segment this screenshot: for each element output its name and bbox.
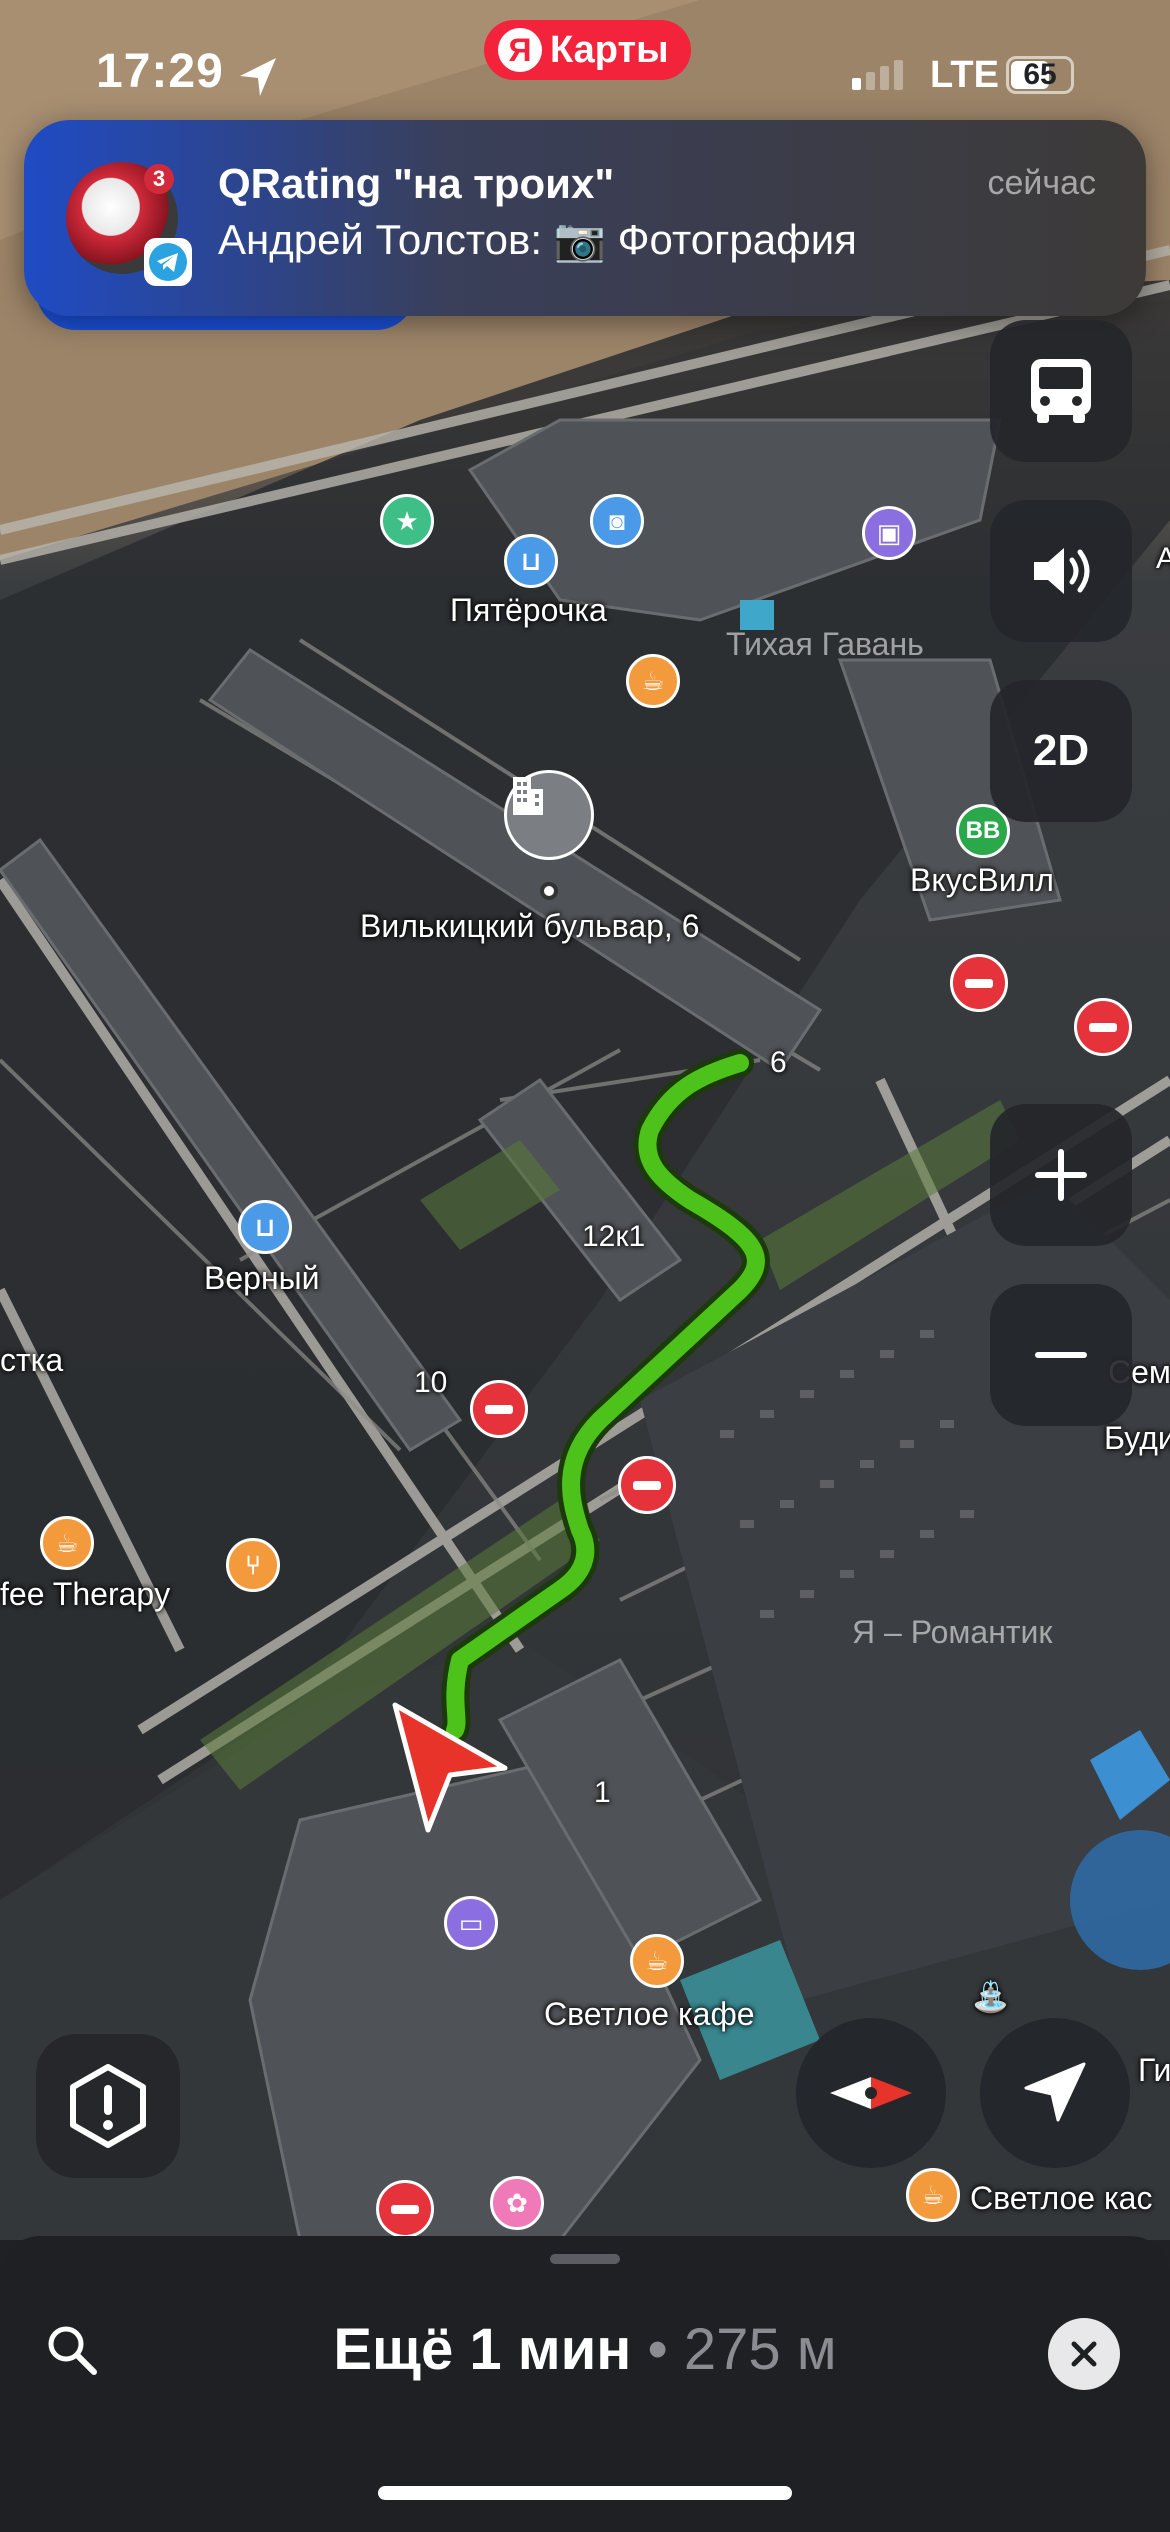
cellular-signal-icon [852, 60, 903, 90]
fountain-icon: ⛲ [972, 1981, 1010, 2014]
label-stka: стка [0, 1342, 64, 1378]
label-address[interactable]: Вилькицкий бульвар, 6 [360, 908, 699, 945]
location-arrow-icon [240, 58, 276, 96]
no-entry-sign-icon [618, 1456, 676, 1514]
status-time: 17:29 [96, 45, 224, 98]
label-house-6: 6 [770, 1046, 787, 1079]
battery-percent: 65 [1023, 58, 1057, 91]
notification-text: Андрей Толстов: 📷 Фотография [218, 216, 857, 263]
zoom-in-button[interactable] [990, 1104, 1132, 1246]
cafe-poi-icon[interactable]: ☕ [626, 654, 680, 708]
route-info-panel[interactable]: Ещё 1 мин • 275 м [0, 2236, 1170, 2532]
label-pyaterochka[interactable]: Пятёрочка [450, 592, 607, 629]
road-alert-button[interactable] [36, 2034, 180, 2178]
star-poi-icon[interactable]: ★ [380, 494, 434, 548]
label-gi: Ги [1138, 2052, 1170, 2088]
armchair-poi-icon[interactable]: ◙ [590, 494, 644, 548]
home-indicator[interactable] [378, 2486, 792, 2500]
label-house-1: 1 [594, 1776, 611, 1809]
hexagon-alert-icon [70, 2064, 146, 2148]
label-edge-a: А [1156, 542, 1170, 575]
notification-banner[interactable]: 3 QRating "на троих" Андрей Толстов: 📷 Ф… [24, 120, 1146, 316]
label-romantik[interactable]: Я – Романтик [852, 1614, 1052, 1651]
label-tikhaya-gavan[interactable]: Тихая Гавань [726, 626, 924, 663]
plus-icon [1035, 1149, 1087, 1201]
avatar-badge: 3 [144, 164, 174, 194]
zoom-out-button[interactable] [990, 1284, 1132, 1426]
eta-distance: 275 м [683, 2317, 837, 2382]
lotus-poi-icon[interactable]: ✿ [490, 2176, 544, 2230]
basket-poi-icon-verny[interactable]: ⊔ [238, 1200, 292, 1254]
building-icon [513, 777, 543, 815]
speaker-icon [1034, 548, 1090, 594]
no-entry-sign-icon [376, 2180, 434, 2238]
cafe-poi-icon-coffee-therapy[interactable]: ☕ [40, 1516, 94, 1570]
restaurant-poi-icon[interactable]: ⑂ [226, 1538, 280, 1592]
transport-button[interactable] [990, 320, 1132, 462]
app-pill-label: Карты [550, 28, 669, 71]
maps-screen: ★ ◙ ⊔ Пятёрочка ▣ ☕ Тихая Гавань ВВ Вкус… [0, 0, 1170, 2532]
compass-button[interactable] [796, 2018, 946, 2168]
no-entry-sign-icon [950, 954, 1008, 1012]
eta-summary: Ещё 1 мин • 275 м [0, 2316, 1170, 2383]
label-svetloe-kafe-2[interactable]: Светлое кас [970, 2180, 1152, 2217]
label-vkusvill[interactable]: ВкусВилл [910, 862, 1054, 899]
eta-time: Ещё 1 мин [333, 2317, 632, 2382]
no-entry-sign-icon [1074, 998, 1132, 1056]
battery-icon: 65 [1006, 56, 1074, 94]
notification-title: QRating "на троих" [218, 160, 615, 207]
basket-poi-icon[interactable]: ⊔ [504, 534, 558, 588]
telegram-glyph [149, 243, 187, 281]
briefcase-poi-icon[interactable]: ▣ [862, 506, 916, 560]
close-route-button[interactable] [1048, 2318, 1120, 2390]
close-icon [1071, 2341, 1097, 2367]
cafe-poi-icon-svetloe[interactable]: ☕ [630, 1934, 684, 1988]
label-house-12k1: 12к1 [582, 1220, 646, 1253]
minus-icon [1035, 1352, 1087, 1358]
eta-separator: • [647, 2317, 668, 2382]
label-svetloe-kafe[interactable]: Светлое кафе [544, 1996, 755, 2033]
navigation-arrow-icon [1024, 2062, 1086, 2122]
locate-me-button[interactable] [980, 2018, 1130, 2168]
compass-icon [830, 2077, 912, 2109]
label-budi[interactable]: Буди [1104, 1420, 1170, 1457]
cafe-poi-icon-svetloe-2[interactable]: ☕ [906, 2168, 960, 2222]
laptop-poi-icon[interactable]: ▭ [444, 1896, 498, 1950]
telegram-icon [144, 238, 192, 286]
yandex-maps-pill[interactable]: Я Карты [484, 20, 691, 80]
bus-icon [1031, 359, 1091, 423]
no-entry-sign-icon [470, 1380, 528, 1438]
network-type: LTE [930, 54, 999, 96]
yandex-logo-icon: Я [498, 28, 542, 72]
building-pin-icon[interactable] [504, 770, 594, 860]
panel-grabber[interactable] [550, 2254, 620, 2264]
notification-time: сейчас [987, 164, 1096, 202]
destination-dot [540, 882, 558, 900]
label-house-10: 10 [414, 1366, 448, 1399]
view-mode-button[interactable]: 2D [990, 680, 1132, 822]
label-verny[interactable]: Верный [204, 1260, 319, 1297]
sound-button[interactable] [990, 500, 1132, 642]
label-coffee-therapy[interactable]: fee Therapy [0, 1576, 170, 1613]
